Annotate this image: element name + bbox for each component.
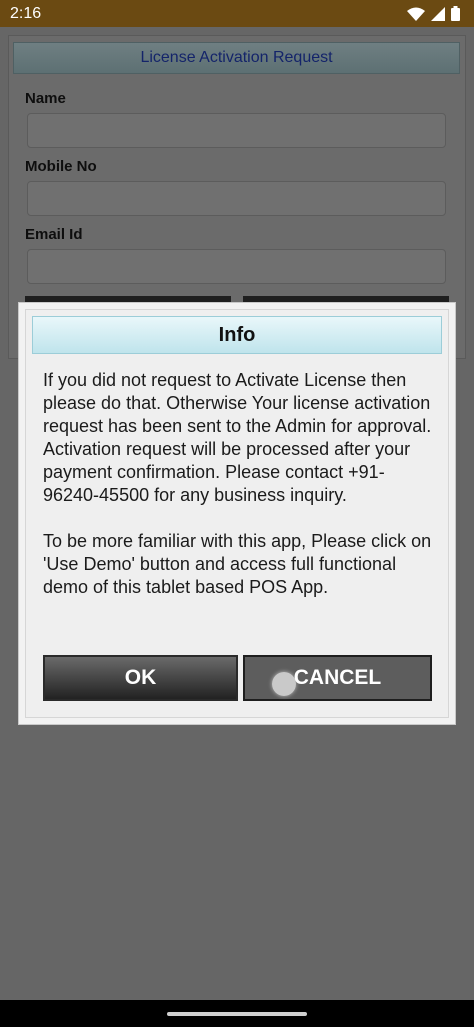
touch-indicator <box>272 672 296 696</box>
name-input[interactable] <box>27 113 446 148</box>
status-icons <box>407 6 460 21</box>
cancel-button[interactable]: CANCEL <box>243 655 432 701</box>
home-gesture-handle[interactable] <box>167 1012 307 1016</box>
dialog-message: If you did not request to Activate Licen… <box>43 370 432 597</box>
signal-icon <box>431 6 445 21</box>
dialog-title: Info <box>32 316 442 354</box>
navigation-bar <box>0 1000 474 1027</box>
status-time: 2:16 <box>10 4 42 22</box>
battery-icon <box>451 6 460 21</box>
email-input[interactable] <box>27 249 446 284</box>
form-title: License Activation Request <box>13 42 460 74</box>
mobile-label: Mobile No <box>25 158 97 175</box>
email-label: Email Id <box>25 226 83 243</box>
info-dialog: Info If you did not request to Activate … <box>18 302 456 725</box>
mobile-input[interactable] <box>27 181 446 216</box>
ok-button[interactable]: OK <box>43 655 238 701</box>
wifi-icon <box>407 7 425 21</box>
status-bar: 2:16 <box>0 0 474 27</box>
name-label: Name <box>25 90 66 107</box>
